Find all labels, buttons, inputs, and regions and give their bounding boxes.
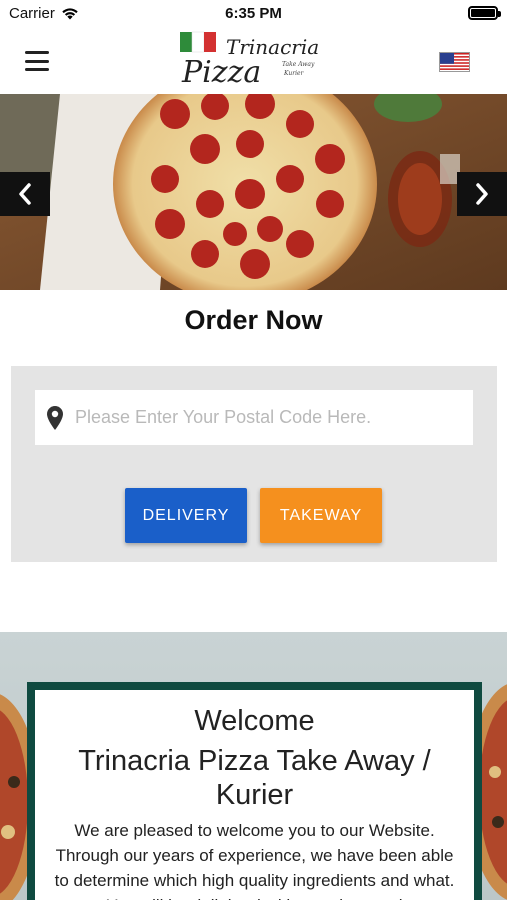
us-flag-icon[interactable] — [439, 52, 470, 72]
chevron-right-icon — [476, 183, 488, 205]
location-pin-icon — [35, 405, 75, 430]
status-bar: Carrier 6:35 PM — [0, 0, 507, 28]
postal-code-field[interactable] — [35, 390, 473, 445]
welcome-card: Welcome Trinacria Pizza Take Away / Kuri… — [35, 690, 474, 900]
chevron-left-icon — [19, 183, 31, 205]
hamburger-icon[interactable] — [25, 51, 49, 71]
order-now-title: Order Now — [184, 305, 323, 335]
carousel-next-button[interactable] — [457, 172, 507, 216]
welcome-heading: Welcome — [194, 705, 315, 737]
delivery-button[interactable]: DELIVERY — [125, 488, 247, 543]
logo-text-sub: Pizza — [181, 55, 261, 90]
pizza-hero-image — [0, 94, 507, 290]
welcome-subheading: Trinacria Pizza Take Away / Kurier — [78, 745, 431, 811]
battery-icon — [468, 6, 501, 20]
takeaway-button[interactable]: TAKEWAY — [260, 488, 382, 543]
order-panel: DELIVERY TAKEWAY — [11, 366, 497, 562]
postal-code-input[interactable] — [75, 390, 473, 445]
hero-carousel[interactable] — [0, 94, 507, 290]
app-header: Trinacria Pizza Take Away Kurier — [0, 28, 507, 94]
logo-text-small-1: Take Away — [282, 61, 315, 68]
status-time: 6:35 PM — [225, 5, 282, 22]
logo-text-small-2: Kurier — [283, 70, 305, 77]
trinacria-pizza-logo[interactable]: Trinacria Pizza Take Away Kurier — [176, 30, 328, 92]
welcome-frame: Welcome Trinacria Pizza Take Away / Kuri… — [27, 682, 482, 900]
welcome-body: We are pleased to welcome you to our Web… — [54, 821, 455, 900]
carousel-prev-button[interactable] — [0, 172, 50, 216]
